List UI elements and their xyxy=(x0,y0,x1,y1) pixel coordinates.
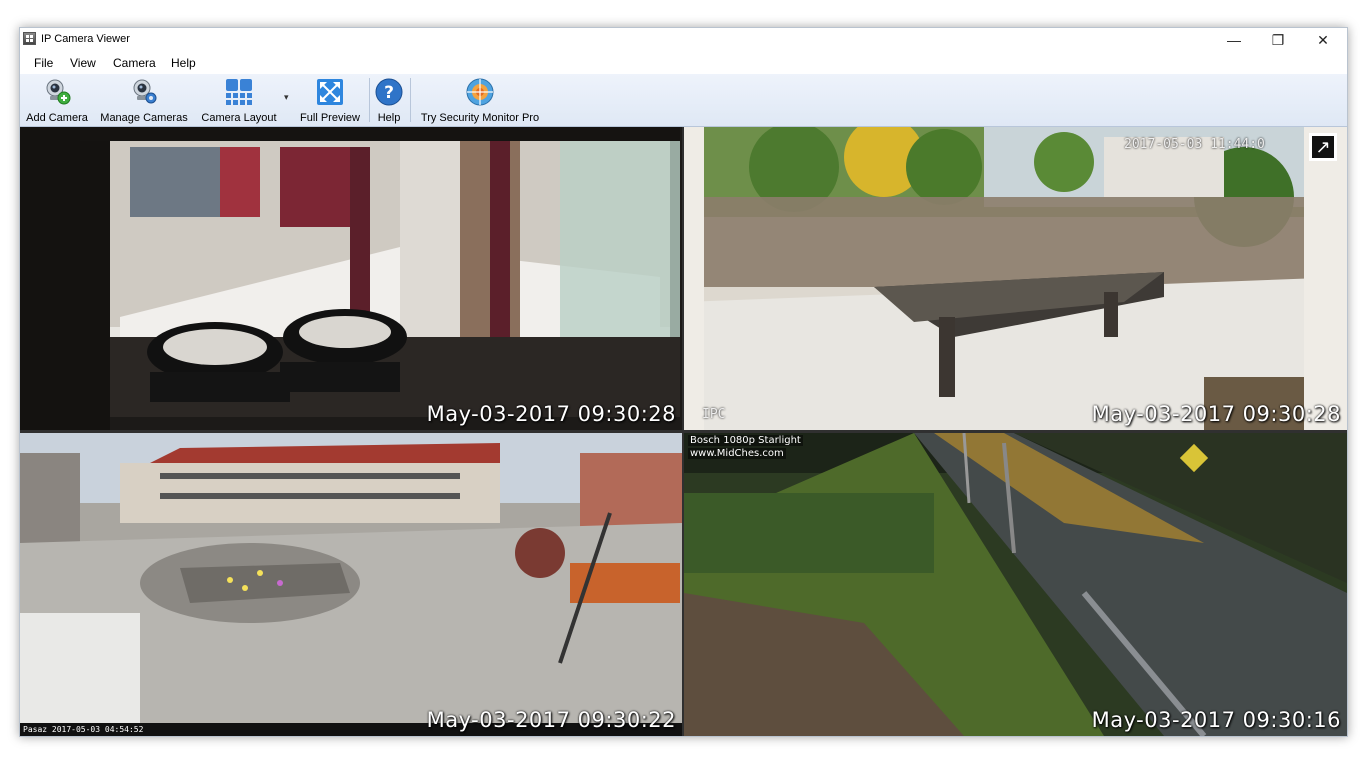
help-icon: ? xyxy=(375,78,403,106)
title-bar: IP Camera Viewer — ❐ ✕ xyxy=(20,28,1347,52)
toolbar: Add Camera Manage Cameras Camera Layout … xyxy=(20,74,1347,127)
camera-grid: May-03-2017 09:30:28 2017-05-03 11:44:0 … xyxy=(20,127,1347,736)
try-security-monitor-pro-button[interactable]: Try Security Monitor Pro xyxy=(415,76,545,124)
full-preview-label: Full Preview xyxy=(300,112,360,124)
window-title: IP Camera Viewer xyxy=(41,33,130,45)
security-monitor-pro-icon xyxy=(466,78,494,106)
close-button[interactable]: ✕ xyxy=(1300,28,1346,52)
help-button[interactable]: ? Help xyxy=(373,76,405,124)
expand-view-icon[interactable]: ↗ xyxy=(1309,133,1337,161)
camera-layout-label: Camera Layout xyxy=(201,112,277,124)
add-camera-button[interactable]: Add Camera xyxy=(24,76,90,124)
menu-bar: File View Camera Help xyxy=(20,52,1347,75)
camera-view-1[interactable]: May-03-2017 09:30:28 xyxy=(20,127,682,430)
layout-dropdown-arrow-icon[interactable]: ▾ xyxy=(284,92,289,103)
full-preview-icon xyxy=(316,78,344,106)
camera-2-osd-time: 2017-05-03 11:44:0 xyxy=(1124,137,1265,152)
camera-feed-terrace xyxy=(684,127,1347,430)
camera-view-3[interactable]: Pasaz 2017-05-03 04:54:52 May-03-2017 09… xyxy=(20,433,682,736)
camera-1-timestamp: May-03-2017 09:30:28 xyxy=(426,402,676,426)
svg-text:?: ? xyxy=(384,83,394,103)
menu-camera[interactable]: Camera xyxy=(113,56,156,70)
camera-layout-icon xyxy=(225,78,253,106)
try-pro-label: Try Security Monitor Pro xyxy=(420,112,540,124)
manage-cameras-button[interactable]: Manage Cameras xyxy=(98,76,190,124)
full-preview-button[interactable]: Full Preview xyxy=(296,76,364,124)
add-camera-label: Add Camera xyxy=(26,112,88,124)
camera-feed-road xyxy=(684,433,1347,736)
camera-layout-button[interactable]: Camera Layout xyxy=(197,76,281,124)
manage-cameras-icon xyxy=(130,78,158,106)
camera-4-osd-line1: Bosch 1080p Starlight xyxy=(688,435,803,446)
camera-4-timestamp: May-03-2017 09:30:16 xyxy=(1091,708,1341,732)
add-camera-icon xyxy=(43,78,71,106)
app-icon xyxy=(23,32,36,45)
restore-button[interactable]: ❐ xyxy=(1255,28,1301,52)
toolbar-separator xyxy=(410,78,411,122)
camera-4-osd-line2: www.MidChes.com xyxy=(688,448,786,459)
minimize-button[interactable]: — xyxy=(1211,28,1257,52)
camera-view-4[interactable]: Bosch 1080p Starlight www.MidChes.com Ma… xyxy=(684,433,1347,736)
camera-2-osd-label: IPC xyxy=(702,407,726,422)
camera-3-osd-footer: Pasaz 2017-05-03 04:54:52 xyxy=(23,725,144,734)
menu-help[interactable]: Help xyxy=(171,56,196,70)
camera-2-timestamp: May-03-2017 09:30:28 xyxy=(1091,402,1341,426)
help-label: Help xyxy=(377,112,401,124)
menu-file[interactable]: File xyxy=(34,56,53,70)
menu-view[interactable]: View xyxy=(70,56,96,70)
manage-cameras-label: Manage Cameras xyxy=(100,112,188,124)
camera-3-timestamp: May-03-2017 09:30:22 xyxy=(426,708,676,732)
camera-view-2[interactable]: 2017-05-03 11:44:0 ↗ IPC May-03-2017 09:… xyxy=(684,127,1347,430)
app-window: IP Camera Viewer — ❐ ✕ File View Camera … xyxy=(19,27,1348,737)
camera-feed-lobby xyxy=(20,127,682,430)
toolbar-separator xyxy=(369,78,370,122)
camera-feed-plaza xyxy=(20,433,682,736)
